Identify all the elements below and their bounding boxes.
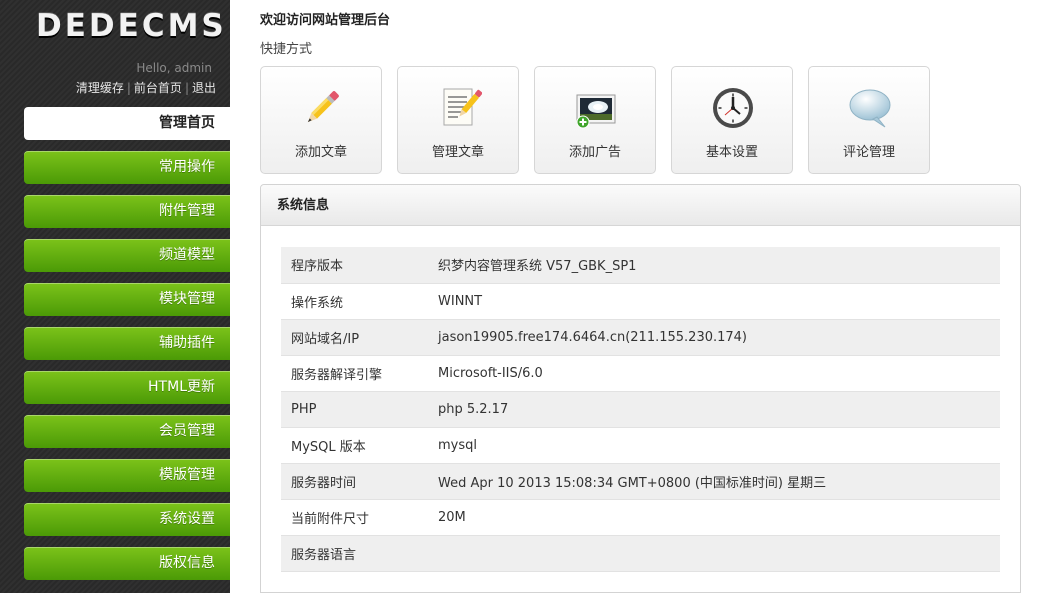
info-value: mysql xyxy=(438,427,1000,464)
shortcut-label: 基本设置 xyxy=(705,145,758,160)
table-row: MySQL 版本 mysql xyxy=(281,427,1000,464)
info-value: 织梦内容管理系统 V57_GBK_SP1 xyxy=(438,247,1000,284)
table-row: 服务器时间 Wed Apr 10 2013 15:08:34 GMT+0800 (… xyxy=(281,463,1000,500)
menu-item-html-update[interactable]: HTML更新 xyxy=(24,371,230,404)
pencil-icon xyxy=(307,91,339,123)
menu-item-modules[interactable]: 模块管理 xyxy=(24,283,230,316)
table-row: 服务器解译引擎 Microsoft-IIS/6.0 xyxy=(281,355,1000,392)
shortcut-label: 添加文章 xyxy=(294,145,347,160)
info-key: 程序版本 xyxy=(281,247,438,284)
info-value: WINNT xyxy=(438,283,1000,320)
menu-item-attachments[interactable]: 附件管理 xyxy=(24,195,230,228)
info-key: 当前附件尺寸 xyxy=(281,499,438,536)
menu-item-system-settings[interactable]: 系统设置 xyxy=(24,503,230,536)
menu-item-templates[interactable]: 模版管理 xyxy=(24,459,230,492)
table-row: 当前附件尺寸 20M xyxy=(281,499,1000,536)
panel-title: 系统信息 xyxy=(261,185,1020,226)
logout-link[interactable]: 退出 xyxy=(192,81,216,95)
clear-cache-link[interactable]: 清理缓存 xyxy=(76,81,124,95)
table-row: 操作系统 WINNT xyxy=(281,283,1000,320)
table-row: 服务器语言 xyxy=(281,535,1000,572)
info-key: MySQL 版本 xyxy=(281,427,438,464)
info-value: 20M xyxy=(438,499,1000,536)
info-key: 服务器解译引擎 xyxy=(281,355,438,392)
info-value: jason19905.free174.6464.cn(211.155.230.1… xyxy=(438,319,1000,356)
menu-item-channel-models[interactable]: 频道模型 xyxy=(24,239,230,272)
info-value: php 5.2.17 xyxy=(438,391,1000,428)
menu-item-common-ops[interactable]: 常用操作 xyxy=(24,151,230,184)
link-separator: | xyxy=(184,81,189,95)
table-row: 网站域名/IP jason19905.free174.6464.cn(211.15… xyxy=(281,319,1000,356)
info-value: Microsoft-IIS/6.0 xyxy=(438,355,1000,392)
info-key: 服务器语言 xyxy=(281,535,438,572)
info-key: 服务器时间 xyxy=(281,463,438,500)
shortcut-label: 评论管理 xyxy=(842,145,895,160)
speech-bubble-icon xyxy=(849,89,891,128)
top-links: 清理缓存 | 前台首页 | 退出 xyxy=(76,79,216,96)
info-key: PHP xyxy=(281,391,438,428)
menu-item-plugins[interactable]: 辅助插件 xyxy=(24,327,230,360)
page-title: 欢迎访问网站管理后台 xyxy=(260,13,391,28)
shortcut-label: 管理文章 xyxy=(431,145,484,160)
shortcut-label: 添加广告 xyxy=(568,145,621,160)
system-info-panel: 系统信息 程序版本 织梦内容管理系统 V57_GBK_SP1 操作系统 WINNT … xyxy=(260,184,1021,593)
add-article-shortcut[interactable]: 添加文章 xyxy=(260,66,382,174)
sidebar: DEDECMS Hello, admin 清理缓存 | 前台首页 | 退出 管理首页 常… xyxy=(0,0,230,593)
picture-add-icon xyxy=(576,94,616,129)
user-greeting: Hello, admin xyxy=(136,61,212,75)
shortcuts-heading: 快捷方式 xyxy=(260,42,313,57)
menu-item-admin-home[interactable]: 管理首页 xyxy=(24,107,230,140)
info-value: Wed Apr 10 2013 15:08:34 GMT+0800 (中国标准时… xyxy=(438,463,1000,500)
comments-shortcut[interactable]: 评论管理 xyxy=(808,66,930,174)
menu-item-members[interactable]: 会员管理 xyxy=(24,415,230,448)
menu-item-copyright[interactable]: 版权信息 xyxy=(24,547,230,580)
info-value xyxy=(438,535,1000,572)
info-key: 操作系统 xyxy=(281,283,438,320)
info-key: 网站域名/IP xyxy=(281,319,438,356)
link-separator: | xyxy=(126,81,131,95)
add-ad-shortcut[interactable]: 添加广告 xyxy=(534,66,656,174)
table-row: PHP php 5.2.17 xyxy=(281,391,1000,428)
manage-articles-shortcut[interactable]: 管理文章 xyxy=(397,66,519,174)
table-row: 程序版本 织梦内容管理系统 V57_GBK_SP1 xyxy=(281,247,1000,284)
document-edit-icon xyxy=(443,88,482,126)
basic-settings-shortcut[interactable]: 基本设置 xyxy=(671,66,793,174)
system-info-table: 程序版本 织梦内容管理系统 V57_GBK_SP1 操作系统 WINNT 网站域名/… xyxy=(281,247,1000,572)
logo: DEDECMS xyxy=(36,8,227,44)
clock-icon xyxy=(713,88,753,128)
front-home-link[interactable]: 前台首页 xyxy=(134,81,182,95)
